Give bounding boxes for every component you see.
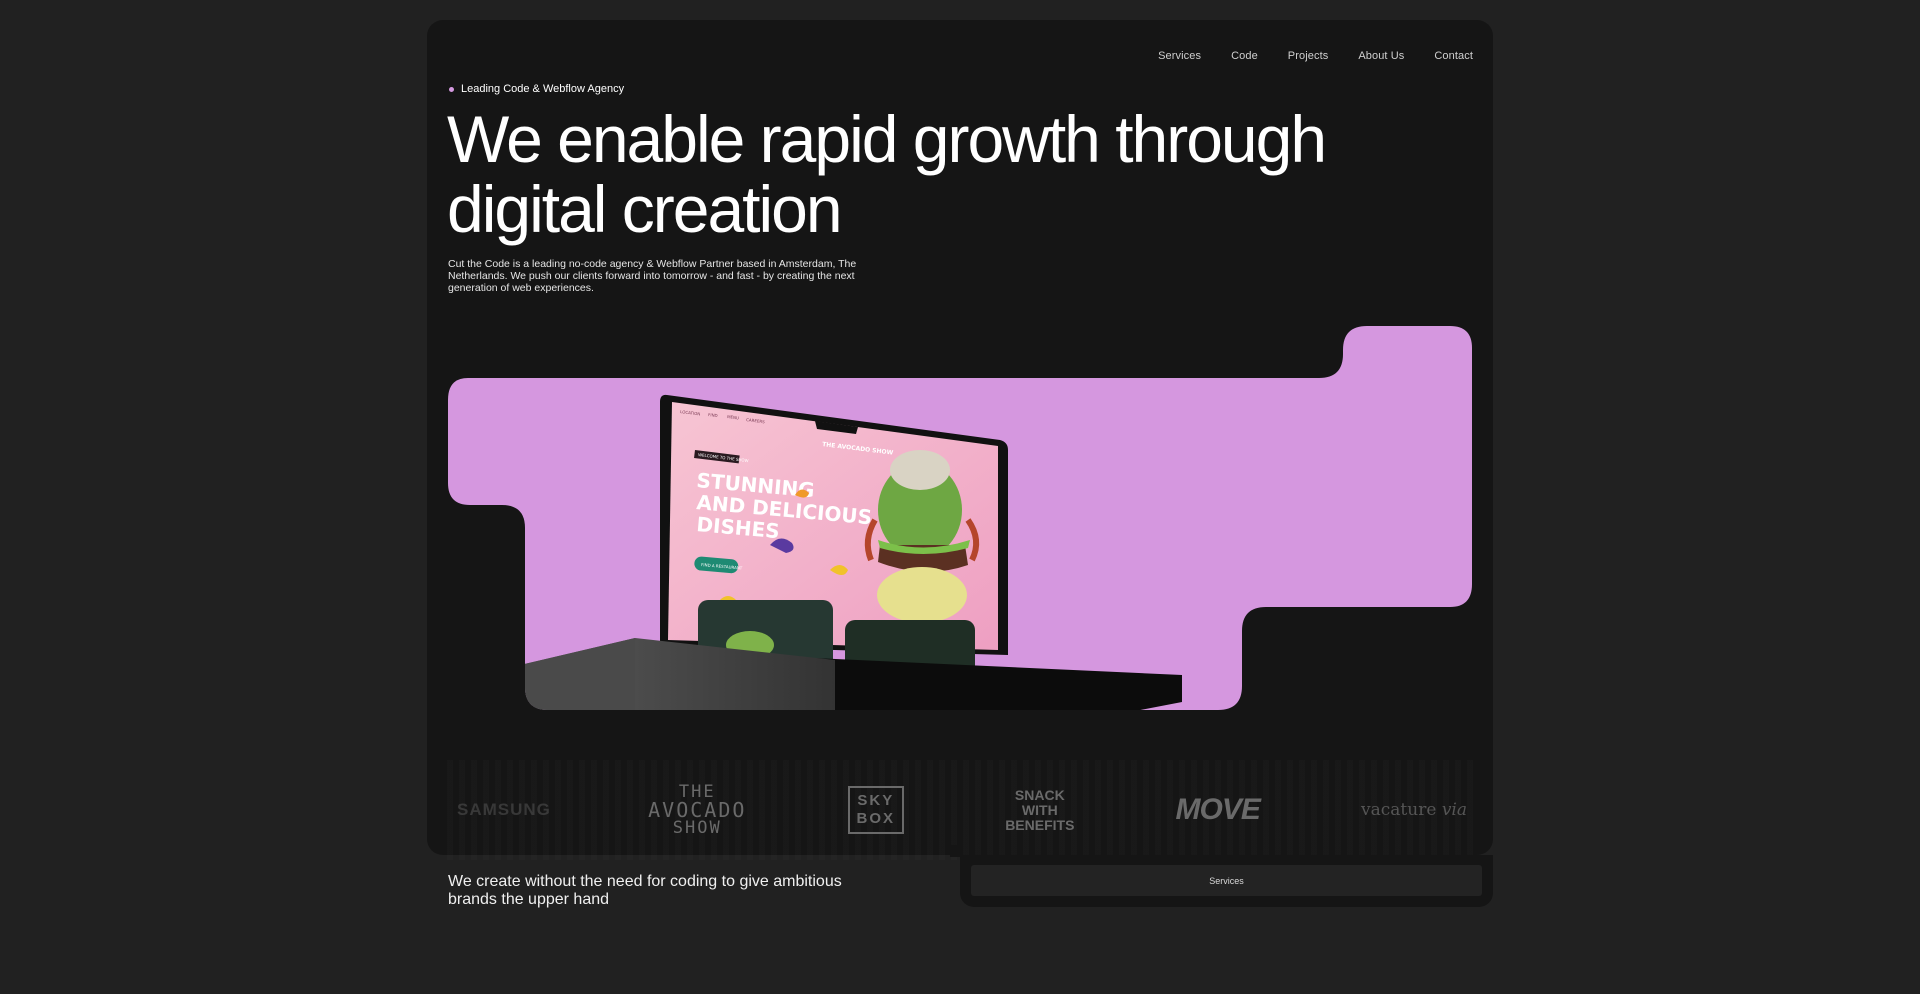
via-logo-word: via: [1441, 800, 1467, 820]
vacature-logo-word: vacature: [1361, 800, 1437, 820]
top-nav: Services Code Projects About Us Contact: [1158, 50, 1473, 62]
hero-description: Cut the Code is a leading no-code agency…: [448, 258, 857, 294]
samsung-logo: SAMSUNG: [457, 800, 551, 819]
snack-logo-line-1: SNACK: [1014, 786, 1065, 803]
nav-link-contact[interactable]: Contact: [1434, 50, 1473, 62]
vacature-via-logo: vacature via: [1361, 800, 1467, 820]
move-logo: MOVE: [1175, 793, 1261, 826]
bullet-dot-icon: [449, 86, 454, 92]
skybox-logo: SKY BOX: [847, 786, 905, 834]
avocado-show-logo: THE AVOCADO SHOW: [648, 783, 746, 837]
client-logos: SAMSUNG THE AVOCADO SHOW SKY BOX SNACK W…: [447, 760, 1477, 860]
services-button[interactable]: Services: [971, 865, 1482, 896]
snack-logo-line-2: WITH: [1021, 801, 1058, 818]
tagline-text: We create without the need for coding to…: [448, 873, 842, 908]
skybox-logo-line-2: BOX: [856, 810, 896, 827]
hero-card: Services Code Projects About Us Contact …: [427, 20, 1493, 860]
nav-link-code[interactable]: Code: [1231, 50, 1258, 62]
hero-title: We enable rapid growth through digital c…: [447, 102, 1327, 246]
snack-logo-line-3: BENEFITS: [1005, 816, 1075, 833]
nav-link-about-us[interactable]: About Us: [1358, 50, 1404, 62]
snack-with-benefits-logo: SNACK WITH BENEFITS: [1005, 786, 1075, 833]
nav-link-services[interactable]: Services: [1158, 50, 1201, 62]
nav-link-projects[interactable]: Projects: [1288, 50, 1329, 62]
skybox-logo-line-1: SKY: [857, 792, 895, 809]
eyebrow-text: Leading Code & Webflow Agency: [461, 83, 625, 95]
hero-eyebrow: Leading Code & Webflow Agency: [449, 83, 624, 95]
avocado-logo-line-2: AVOCADO: [648, 798, 747, 822]
services-tab-container: Services: [960, 855, 1493, 907]
